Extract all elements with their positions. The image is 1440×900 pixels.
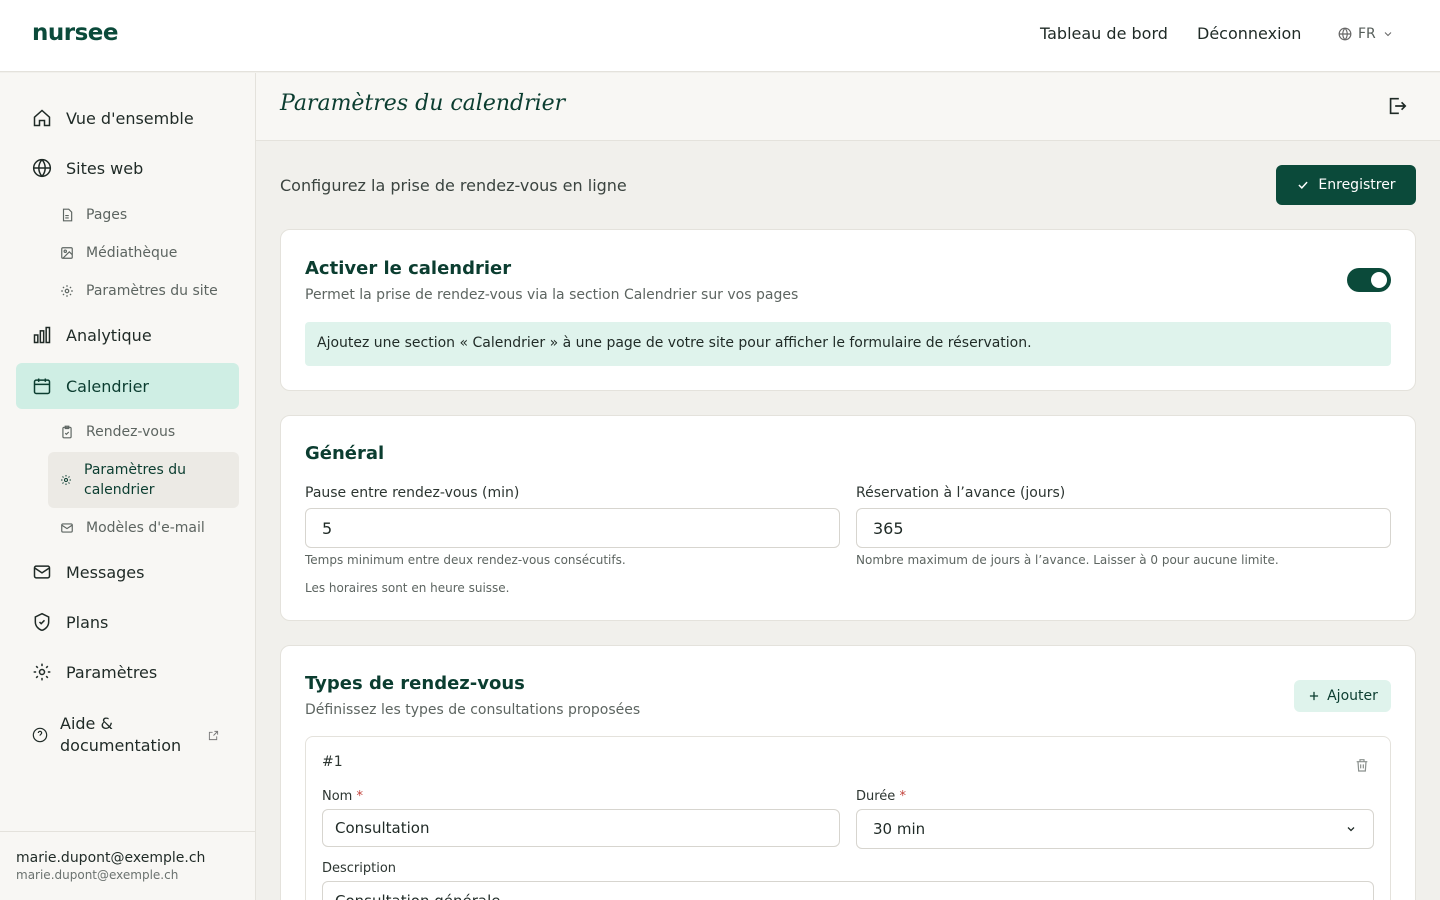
duration-label: Durée * <box>856 789 906 804</box>
nav-dashboard-link[interactable]: Tableau de bord <box>1040 24 1168 43</box>
external-link-icon <box>208 730 219 740</box>
duration-value: 30 min <box>873 820 926 838</box>
page-header: Paramètres du calendrier <box>256 73 1440 141</box>
mail-icon <box>33 565 51 579</box>
sidebar-item-plans[interactable]: Plans <box>16 599 239 645</box>
advance-hint: Nombre maximum de jours à l’avance. Lais… <box>856 553 1279 567</box>
sidebar-item-label: Paramètres du calendrier <box>84 462 187 498</box>
duration-select[interactable]: 30 min <box>856 809 1374 849</box>
page-title: Paramètres du calendrier <box>280 91 566 116</box>
sidebar-item-label: Analytique <box>66 325 152 345</box>
sidebar-item-site-settings[interactable]: Paramètres du site <box>48 275 239 307</box>
sidebar-item-help[interactable]: Aide & documentation <box>16 709 239 761</box>
chevron-down-icon <box>1384 32 1392 37</box>
sidebar-item-label: Messages <box>66 562 145 582</box>
sidebar-item-label: Médiathèque <box>86 245 178 261</box>
type-index: #1 <box>322 754 343 770</box>
general-card: Général Pause entre rendez-vous (min) Te… <box>280 415 1416 621</box>
info-banner: Ajoutez une section « Calendrier » à une… <box>305 322 1391 366</box>
gear-icon <box>61 285 73 297</box>
timezone-note: Les horaires sont en heure suisse. <box>305 581 510 595</box>
description-label: Description <box>322 861 397 876</box>
advance-label: Réservation à l’avance (jours) <box>856 485 1066 501</box>
shield-icon <box>34 612 50 632</box>
activate-calendar-card: Activer le calendrier Permet la prise de… <box>280 229 1416 391</box>
save-button-label: Enregistrer <box>1318 177 1396 193</box>
logo[interactable]: nursee <box>32 20 118 46</box>
home-icon <box>33 109 51 127</box>
pause-label: Pause entre rendez-vous (min) <box>305 485 520 501</box>
pause-hint: Temps minimum entre deux rendez-vous con… <box>305 553 626 567</box>
pause-input[interactable] <box>305 508 840 548</box>
required-marker: * <box>899 789 906 804</box>
add-type-button[interactable]: Ajouter <box>1294 680 1391 712</box>
sidebar-item-label: Rendez-vous <box>86 424 176 440</box>
duration-label-text: Durée <box>856 789 896 804</box>
save-button[interactable]: Enregistrer <box>1276 165 1416 205</box>
required-marker: * <box>356 789 363 804</box>
general-title: Général <box>305 443 385 464</box>
add-button-label: Ajouter <box>1327 688 1378 704</box>
sidebar-item-overview[interactable]: Vue d'ensemble <box>16 95 239 141</box>
name-label: Nom * <box>322 789 363 804</box>
mail-icon <box>61 523 73 533</box>
clipboard-icon <box>62 425 72 439</box>
bar-chart-icon <box>33 326 51 344</box>
types-title: Types de rendez-vous <box>305 673 525 694</box>
activate-subtitle: Permet la prise de rendez-vous via la se… <box>305 287 799 303</box>
sidebar-item-media[interactable]: Médiathèque <box>48 237 239 269</box>
user-info[interactable]: marie.dupont@exemple.ch marie.dupont@exe… <box>0 831 255 900</box>
sidebar-item-websites[interactable]: Sites web <box>16 145 239 191</box>
sidebar-item-analytics[interactable]: Analytique <box>16 312 239 358</box>
logout-icon[interactable] <box>1386 95 1408 117</box>
description-textarea[interactable]: Consultation générale <box>322 881 1374 900</box>
sidebar-item-email-templates[interactable]: Modèles d'e-mail <box>48 512 239 544</box>
nav-logout-link[interactable]: Déconnexion <box>1197 24 1301 43</box>
language-selector[interactable]: FR <box>1338 26 1394 42</box>
chevron-down-icon <box>1347 827 1355 832</box>
sidebar-item-label: Paramètres <box>66 662 158 682</box>
appointment-types-card: Types de rendez-vous Définissez les type… <box>280 645 1416 900</box>
user-email-secondary: marie.dupont@exemple.ch <box>16 868 179 882</box>
sidebar-item-label: Vue d'ensemble <box>66 108 194 128</box>
sidebar-item-settings[interactable]: Paramètres <box>16 649 239 695</box>
globe-icon <box>1338 27 1352 41</box>
gear-icon <box>33 663 51 681</box>
sidebar-item-label: Plans <box>66 612 109 632</box>
sidebar-item-messages[interactable]: Messages <box>16 549 239 595</box>
plus-icon <box>1310 691 1319 701</box>
sidebar-item-label: Modèles d'e-mail <box>86 520 205 536</box>
sidebar-item-appointments[interactable]: Rendez-vous <box>48 416 239 448</box>
sidebar-item-calendar[interactable]: Calendrier <box>16 363 239 409</box>
calendar-enabled-toggle[interactable] <box>1347 268 1391 292</box>
calendar-icon <box>33 378 51 395</box>
appointment-type-item: #1 Nom * Durée * 30 min Description Cons… <box>305 736 1391 900</box>
trash-icon[interactable] <box>1354 757 1370 773</box>
help-icon <box>32 727 48 743</box>
types-subtitle: Définissez les types de consultations pr… <box>305 702 641 718</box>
sidebar-item-label: Aide & documentation <box>60 714 182 755</box>
page-intro: Configurez la prise de rendez-vous en li… <box>280 176 627 195</box>
gear-icon <box>61 475 71 485</box>
file-icon <box>62 208 73 222</box>
language-label: FR <box>1358 26 1376 42</box>
name-input[interactable] <box>322 809 840 847</box>
name-label-text: Nom <box>322 789 353 804</box>
sidebar-item-label: Pages <box>86 207 128 223</box>
sidebar-item-label: Sites web <box>66 158 144 178</box>
advance-input[interactable] <box>856 508 1391 548</box>
check-icon <box>1298 181 1309 189</box>
image-icon <box>61 247 73 259</box>
sidebar-item-label: Calendrier <box>66 376 150 396</box>
sidebar-item-label: Paramètres du site <box>86 283 218 299</box>
top-header: nursee Tableau de bord Déconnexion FR <box>0 0 1440 72</box>
globe-icon <box>32 158 52 178</box>
sidebar: Vue d'ensemble Sites web Pages Médiathèq… <box>0 73 256 900</box>
activate-title: Activer le calendrier <box>305 258 512 279</box>
sidebar-item-pages[interactable]: Pages <box>48 199 239 231</box>
user-email: marie.dupont@exemple.ch <box>16 850 206 866</box>
sidebar-item-calendar-settings[interactable]: Paramètres du calendrier <box>48 452 239 508</box>
